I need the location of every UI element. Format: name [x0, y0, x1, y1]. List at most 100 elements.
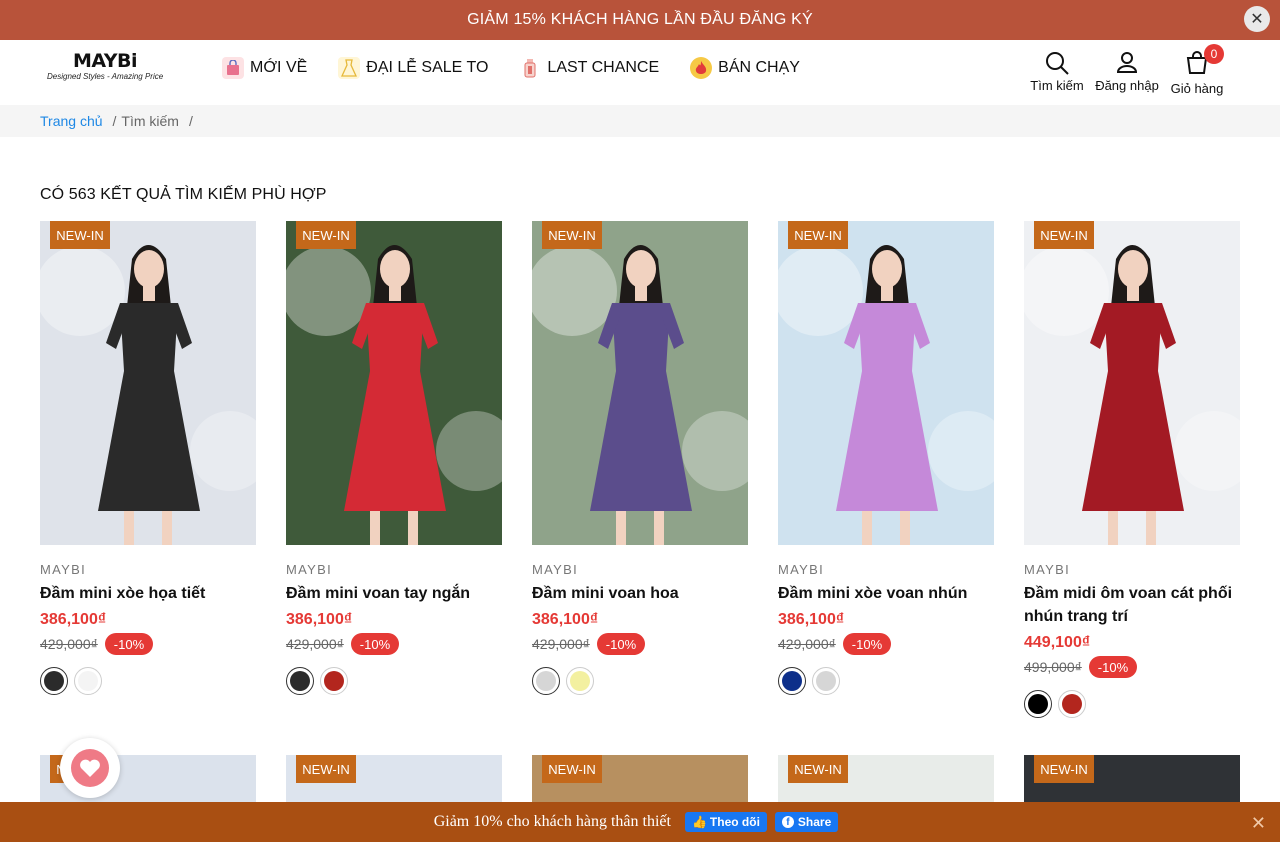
- new-in-badge: NEW-IN: [296, 221, 356, 249]
- color-swatch[interactable]: [1024, 690, 1052, 718]
- color-swatch[interactable]: [320, 667, 348, 695]
- nav-label: BÁN CHẠY: [718, 59, 800, 76]
- price-row: 429,000₫ -10%: [40, 633, 256, 655]
- product-card[interactable]: NEW-IN MAYBI Đầm mini voan tay ngắn 386,100…: [286, 221, 502, 695]
- nav-item-ban-chay[interactable]: BÁN CHẠY: [690, 57, 800, 79]
- product-price: 386,100₫: [778, 611, 845, 628]
- product-image[interactable]: NEW-IN: [40, 221, 256, 545]
- color-swatch[interactable]: [1058, 690, 1086, 718]
- new-in-badge: NEW-IN: [1034, 755, 1094, 783]
- new-in-badge: NEW-IN: [542, 221, 602, 249]
- search-label: Tìm kiếm: [1030, 78, 1084, 93]
- new-in-badge: NEW-IN: [296, 755, 356, 783]
- new-in-badge: NEW-IN: [542, 755, 602, 783]
- product-price: 449,100₫: [1024, 634, 1091, 651]
- promo-bar[interactable]: GIẢM 15% KHÁCH HÀNG LẦN ĐẦU ĐĂNG KÝ ✕: [0, 0, 1280, 40]
- search-button[interactable]: Tìm kiếm: [1022, 50, 1092, 96]
- cart-count-badge: 0: [1204, 44, 1224, 64]
- color-swatch[interactable]: [566, 667, 594, 695]
- fire-icon: [690, 57, 713, 79]
- product-old-price: 429,000₫: [532, 636, 590, 652]
- product-name[interactable]: Đầm mini voan tay ngắn: [286, 582, 502, 605]
- nav-label: MỚI VỀ: [250, 59, 308, 76]
- nav-item-last-chance[interactable]: LAST CHANCE: [519, 57, 659, 79]
- login-button[interactable]: Đăng nhập: [1092, 50, 1162, 96]
- product-card[interactable]: NEW-IN MAYBI Đầm mini xòe họa tiết 386,100₫…: [40, 221, 256, 695]
- main-nav: MỚI VỀ ĐẠI LỄ SALE TO LAST CHANCE BÁN CH…: [222, 57, 831, 79]
- color-swatches: [1024, 690, 1240, 718]
- facebook-share-button[interactable]: f Share: [774, 812, 839, 832]
- header-actions: Tìm kiếm Đăng nhập 0 Giỏ hàng: [1022, 44, 1232, 96]
- color-swatch[interactable]: [286, 667, 314, 695]
- product-card[interactable]: NEW-IN MAYBI Đầm midi ôm voan cát phối nhú…: [1024, 221, 1240, 718]
- nav-item-moi-ve[interactable]: MỚI VỀ: [222, 57, 307, 79]
- wishlist-floating-button[interactable]: [60, 738, 120, 798]
- price-row: 499,000₫ -10%: [1024, 656, 1240, 678]
- promo-text[interactable]: GIẢM 15% KHÁCH HÀNG LẦN ĐẦU ĐĂNG KÝ: [467, 11, 813, 29]
- results-title: CÓ 563 KẾT QUẢ TÌM KIẾM PHÙ HỢP: [40, 186, 327, 203]
- discount-badge: -10%: [596, 633, 646, 655]
- heart-icon: [71, 749, 109, 787]
- color-swatch[interactable]: [778, 667, 806, 695]
- shopping-bag-icon: [222, 57, 244, 79]
- product-price: 386,100₫: [286, 611, 353, 628]
- logo[interactable]: MAYBi Designed Styles - Amazing Price: [46, 50, 168, 84]
- promo-close-button[interactable]: ✕: [1244, 6, 1270, 32]
- close-icon: ✕: [1250, 11, 1264, 28]
- new-in-badge: NEW-IN: [1034, 221, 1094, 249]
- discount-badge: -10%: [104, 633, 154, 655]
- discount-badge: -10%: [842, 633, 892, 655]
- breadcrumb-separator: /: [112, 113, 117, 129]
- follow-label: Theo dõi: [709, 815, 760, 829]
- login-label: Đăng nhập: [1095, 78, 1159, 93]
- site-header: MAYBi Designed Styles - Amazing Price MỚ…: [0, 40, 1280, 105]
- product-name[interactable]: Đầm mini xòe voan nhún: [778, 582, 994, 605]
- discount-badge: -10%: [1088, 656, 1138, 678]
- thumbs-up-icon: 👍: [691, 815, 707, 829]
- share-label: Share: [797, 815, 832, 829]
- breadcrumb-separator: /: [188, 113, 193, 129]
- product-name[interactable]: Đầm mini voan hoa: [532, 582, 748, 605]
- loyalty-text: Giảm 10% cho khách hàng thân thiết: [433, 813, 671, 830]
- color-swatch[interactable]: [532, 667, 560, 695]
- loyalty-close-button[interactable]: ✕: [1251, 813, 1266, 834]
- product-old-price: 499,000₫: [1024, 659, 1082, 675]
- color-swatches: [40, 667, 256, 695]
- facebook-follow-button[interactable]: 👍 Theo dõi: [684, 812, 767, 832]
- dress-icon: [338, 57, 361, 79]
- color-swatch[interactable]: [74, 667, 102, 695]
- cart-button[interactable]: 0 Giỏ hàng: [1162, 44, 1232, 96]
- new-in-badge: NEW-IN: [788, 221, 848, 249]
- new-in-badge: NEW-IN: [50, 221, 110, 249]
- nav-label: ĐẠI LỄ SALE TO: [366, 59, 489, 76]
- nav-item-dai-le-sale-to[interactable]: ĐẠI LỄ SALE TO: [338, 57, 488, 79]
- price-row: 429,000₫ -10%: [532, 633, 748, 655]
- product-price: 386,100₫: [40, 611, 107, 628]
- product-name[interactable]: Đầm mini xòe họa tiết: [40, 582, 256, 605]
- product-brand: MAYBI: [532, 562, 578, 577]
- breadcrumb: Trang chủ / Tìm kiếm /: [0, 105, 1280, 137]
- color-swatch[interactable]: [812, 667, 840, 695]
- product-image[interactable]: NEW-IN: [286, 221, 502, 545]
- cart-label: Giỏ hàng: [1170, 81, 1224, 96]
- product-old-price: 429,000₫: [40, 636, 98, 652]
- loyalty-bar: Giảm 10% cho khách hàng thân thiết 👍 Theo…: [0, 802, 1280, 842]
- close-icon: ✕: [1250, 813, 1266, 833]
- product-brand: MAYBI: [778, 562, 824, 577]
- discount-badge: -10%: [350, 633, 400, 655]
- product-card[interactable]: NEW-IN MAYBI Đầm mini xòe voan nhún 386,100…: [778, 221, 994, 695]
- price-row: 429,000₫ -10%: [778, 633, 994, 655]
- product-price: 386,100₫: [532, 611, 599, 628]
- breadcrumb-home[interactable]: Trang chủ: [40, 113, 103, 129]
- color-swatches: [286, 667, 502, 695]
- product-card[interactable]: NEW-IN MAYBI Đầm mini voan hoa 386,100₫ 429,…: [532, 221, 748, 695]
- product-brand: MAYBI: [40, 562, 86, 577]
- color-swatch[interactable]: [40, 667, 68, 695]
- product-name[interactable]: Đầm midi ôm voan cát phối nhún trang trí: [1024, 582, 1240, 628]
- product-image[interactable]: NEW-IN: [1024, 221, 1240, 545]
- product-brand: MAYBI: [1024, 562, 1070, 577]
- color-swatches: [532, 667, 748, 695]
- user-icon: [1116, 52, 1138, 73]
- product-image[interactable]: NEW-IN: [532, 221, 748, 545]
- product-image[interactable]: NEW-IN: [778, 221, 994, 545]
